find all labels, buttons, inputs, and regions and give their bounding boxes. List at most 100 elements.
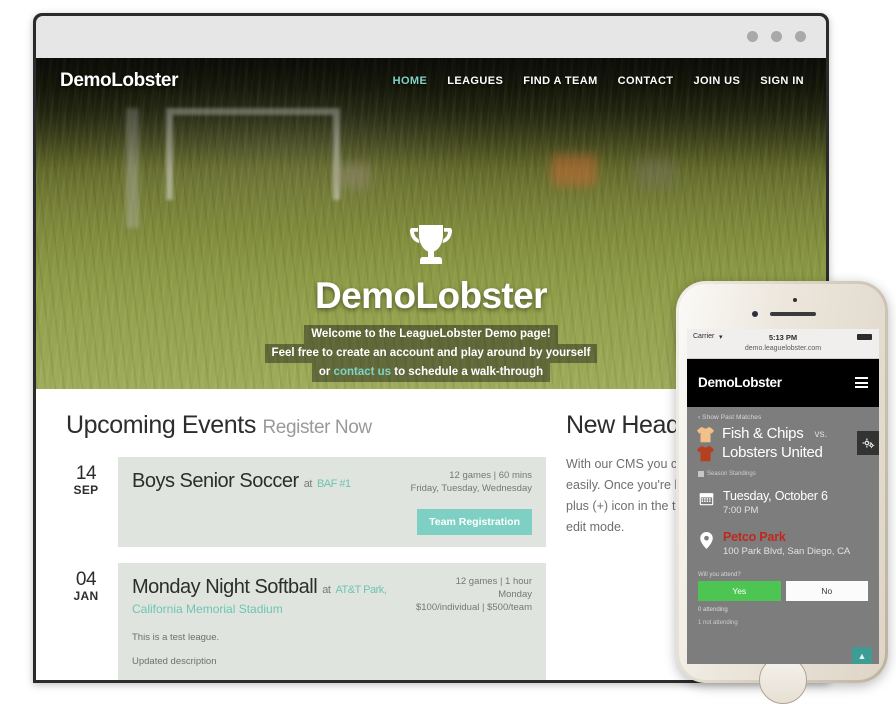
- venue-address: 100 Park Blvd, San Diego, CA: [723, 546, 851, 557]
- event-meta-line: Friday, Tuesday, Wednesday: [410, 483, 532, 494]
- rsvp-yes-button[interactable]: Yes: [698, 581, 781, 601]
- home-team-name[interactable]: Fish & Chips: [722, 425, 804, 443]
- event-day: 14: [75, 463, 97, 484]
- event-name[interactable]: Monday Night Softball: [132, 576, 318, 598]
- show-past-matches-link[interactable]: ‹ Show Past Matches: [687, 407, 879, 421]
- calendar-glyph: [699, 493, 713, 506]
- event-row: 04 JAN 12 games | 1 hour Monday $100/ind…: [66, 563, 546, 680]
- match-date: Tuesday, October 6: [723, 489, 828, 503]
- event-date: 04 JAN: [66, 570, 106, 603]
- page-title: Upcoming Events Register Now: [66, 411, 546, 440]
- screenshot-stage: DemoLobster HOME LEAGUES FIND A TEAM CON…: [0, 0, 896, 704]
- trophy-icon: [410, 225, 452, 264]
- window-dot-1[interactable]: [747, 31, 758, 42]
- nav-item-contact[interactable]: CONTACT: [618, 75, 674, 87]
- event-meta: 12 games | 60 mins Friday, Tuesday, Wedn…: [411, 469, 532, 495]
- site-brand[interactable]: DemoLobster: [60, 70, 178, 92]
- rsvp-question: Will you attend?: [698, 572, 741, 578]
- event-actions: Team Registration: [132, 509, 532, 535]
- hamburger-icon[interactable]: [855, 377, 868, 391]
- phone-screen: Carrier ▾ 5:13 PM demo.leaguelobster.com…: [687, 329, 879, 664]
- mobile-body: ‹ Show Past Matches Fish & Chips vs. Lob…: [687, 407, 879, 664]
- nav-item-leagues[interactable]: LEAGUES: [447, 75, 503, 87]
- site-navbar: DemoLobster HOME LEAGUES FIND A TEAM CON…: [36, 58, 826, 106]
- match-summary: Fish & Chips vs. Lobsters United: [687, 421, 879, 462]
- mobile-header: DemoLobster: [687, 359, 879, 407]
- away-team-row: Lobsters United: [696, 444, 879, 462]
- nav-item-home[interactable]: HOME: [393, 75, 428, 87]
- map-pin-icon: [698, 530, 714, 549]
- event-meta-line: 12 games | 1 hour: [455, 576, 532, 587]
- phone-speaker: [770, 312, 816, 316]
- browser-titlebar: [36, 16, 826, 58]
- browser-url-label[interactable]: demo.leaguelobster.com: [687, 344, 879, 359]
- team-registration-button[interactable]: Team Registration: [417, 509, 532, 535]
- phone-mockup: Carrier ▾ 5:13 PM demo.leaguelobster.com…: [676, 281, 896, 704]
- event-month: SEP: [73, 483, 99, 497]
- attending-count: 0 attending: [698, 607, 728, 613]
- venue-name[interactable]: Petco Park: [723, 530, 850, 545]
- jersey-icon-home: [697, 426, 714, 442]
- nav-links: HOME LEAGUES FIND A TEAM CONTACT JOIN US…: [393, 75, 804, 87]
- scroll-up-icon[interactable]: ▲: [852, 647, 872, 664]
- event-meta-line: Monday: [498, 589, 532, 600]
- phone-camera: [752, 311, 758, 317]
- event-month: JAN: [73, 589, 99, 603]
- location-text: Petco Park 100 Park Blvd, San Diego, CA: [723, 530, 850, 559]
- event-card: 12 games | 1 hour Monday $100/individual…: [118, 563, 546, 680]
- window-controls[interactable]: [747, 31, 806, 42]
- rsvp-buttons: Yes No: [687, 578, 879, 601]
- event-description-1: This is a test league.: [132, 632, 220, 643]
- event-venue-link[interactable]: AT&T Park,: [335, 584, 386, 596]
- hero-line3-prefix: or: [318, 366, 334, 378]
- status-time: 5:13 PM: [768, 332, 798, 342]
- home-team-row: Fish & Chips vs.: [696, 425, 879, 443]
- event-meta: 12 games | 1 hour Monday $100/individual…: [416, 575, 532, 614]
- hero-line-2: Feel free to create an account and play …: [264, 344, 598, 363]
- calendar-icon: [698, 489, 714, 506]
- event-date: 14 SEP: [66, 464, 106, 497]
- phone-sensor: [793, 298, 797, 302]
- battery-icon: [857, 334, 872, 340]
- nav-item-join-us[interactable]: JOIN US: [693, 75, 740, 87]
- gear-glyph: [861, 437, 874, 448]
- hero-line-3: or contact us to schedule a walk-through: [311, 363, 551, 382]
- events-title: Upcoming Events: [66, 411, 256, 439]
- season-standings-label: Season Standings: [707, 471, 756, 477]
- ios-status-bar: Carrier ▾ 5:13 PM: [687, 329, 879, 344]
- nav-item-find-a-team[interactable]: FIND A TEAM: [523, 75, 597, 87]
- hero-subtext: Welcome to the LeagueLobster Demo page! …: [264, 325, 598, 382]
- not-attending-count: 1 not attending: [698, 620, 738, 626]
- event-meta-line: $100/individual | $500/team: [415, 602, 532, 613]
- event-at-word: at: [322, 584, 331, 596]
- standings-list-icon: [698, 471, 704, 477]
- pin-glyph: [699, 532, 713, 549]
- event-at-word: at: [303, 478, 313, 490]
- mobile-brand[interactable]: DemoLobster: [698, 375, 782, 390]
- season-standings-link[interactable]: Season Standings: [687, 463, 879, 477]
- match-time: 7:00 PM: [723, 505, 759, 516]
- rsvp-no-button[interactable]: No: [785, 581, 868, 601]
- event-card: 12 games | 60 mins Friday, Tuesday, Wedn…: [118, 457, 546, 547]
- jersey-icon-away: [697, 445, 714, 461]
- window-dot-2[interactable]: [771, 31, 782, 42]
- hero-line-1: Welcome to the LeagueLobster Demo page!: [304, 325, 558, 344]
- event-venue-link[interactable]: BAF #1: [317, 478, 351, 490]
- nav-item-sign-in[interactable]: SIGN IN: [760, 75, 804, 87]
- away-team-name[interactable]: Lobsters United: [722, 444, 823, 462]
- event-description-2: Updated description: [132, 656, 217, 667]
- event-day: 04: [75, 569, 97, 590]
- match-location: Petco Park 100 Park Blvd, San Diego, CA: [687, 518, 879, 559]
- event-name[interactable]: Boys Senior Soccer: [132, 470, 299, 492]
- vs-label: vs.: [814, 428, 828, 440]
- settings-gear-icon[interactable]: [857, 431, 879, 455]
- contact-us-link[interactable]: contact us: [334, 366, 392, 378]
- events-subtitle: Register Now: [262, 417, 372, 438]
- window-dot-3[interactable]: [795, 31, 806, 42]
- upcoming-events-column: Upcoming Events Register Now 14 SEP 12 g…: [66, 411, 546, 680]
- event-meta-line: 12 games | 60 mins: [449, 470, 532, 481]
- match-schedule: Tuesday, October 6 7:00 PM: [687, 477, 879, 518]
- hero-line3-suffix: to schedule a walk-through: [391, 366, 544, 378]
- schedule-text: Tuesday, October 6 7:00 PM: [723, 489, 828, 518]
- event-row: 14 SEP 12 games | 60 mins Friday, Tuesda…: [66, 457, 546, 547]
